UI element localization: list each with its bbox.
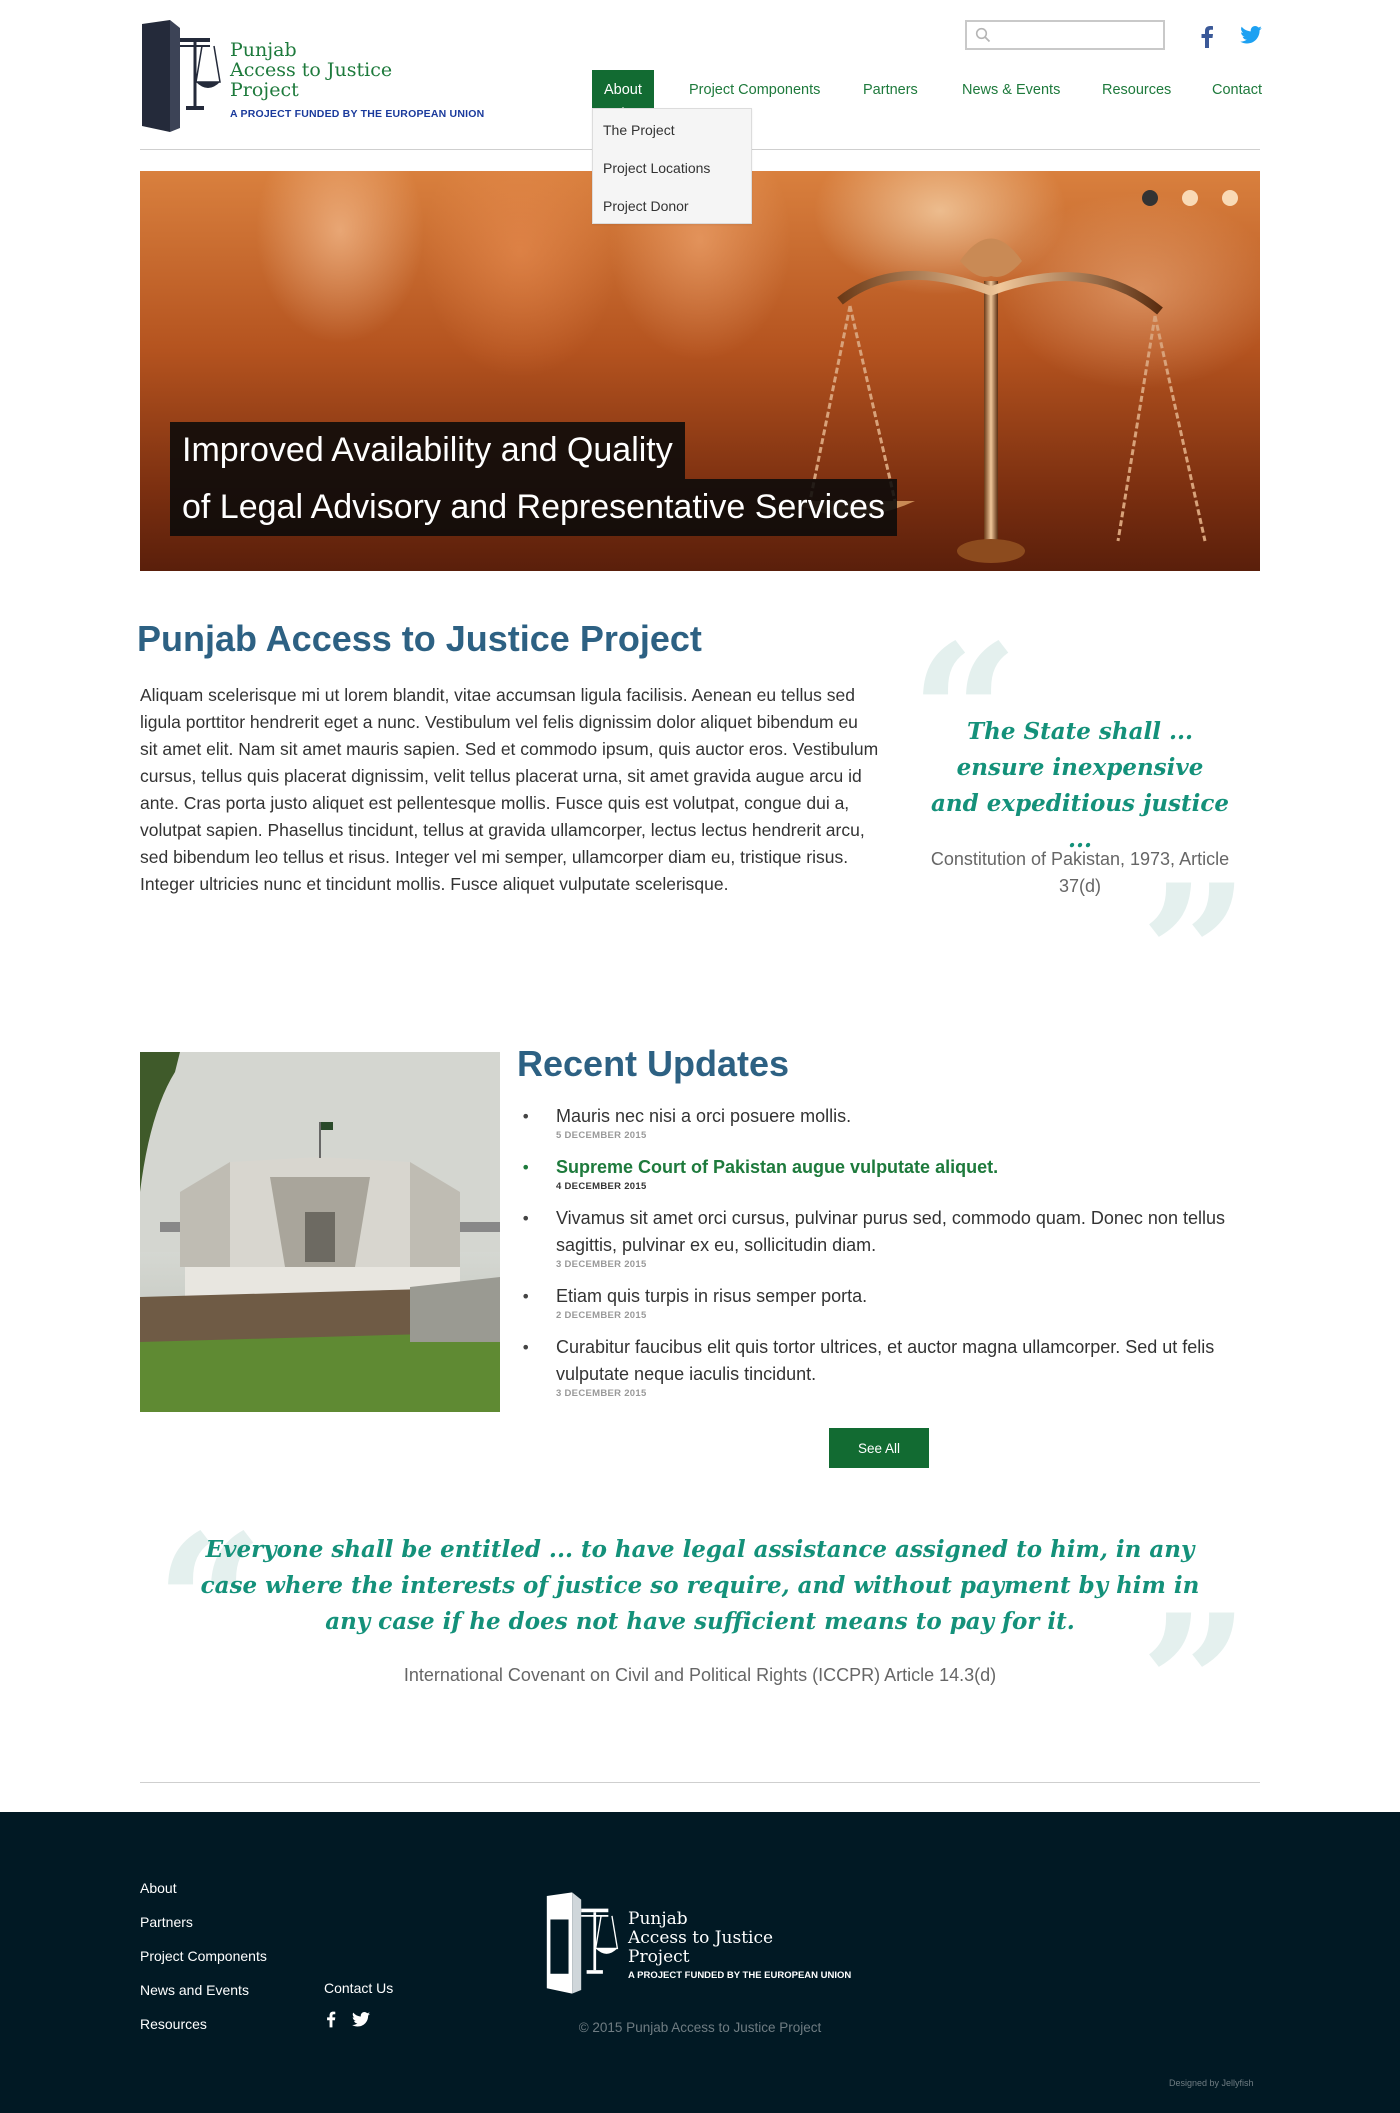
logo-line-2: Access to Justice [230, 59, 393, 81]
footer-logo-line-1: Punjab [628, 1909, 688, 1929]
designer-credit[interactable]: Designed by Jellyfish [1169, 2078, 1254, 2088]
intro-body: Aliquam scelerisque mi ut lorem blandit,… [140, 685, 879, 894]
slider-dot-3[interactable] [1222, 190, 1238, 206]
footer-logo-title: Punjab Access to Justice Project [628, 1910, 773, 1967]
footer-link-about[interactable]: About [140, 1880, 177, 1896]
site-footer: About Partners Project Components News a… [0, 1812, 1400, 2113]
see-all-button[interactable]: See All [829, 1428, 929, 1468]
nav-project-components[interactable]: Project Components [689, 70, 820, 108]
update-link[interactable]: Supreme Court of Pakistan augue vulputat… [556, 1154, 1260, 1181]
about-dropdown-menu: The Project Project Locations Project Do… [592, 108, 752, 224]
update-link[interactable]: Curabitur faucibus elit quis tortor ultr… [556, 1334, 1260, 1388]
slider-dot-2[interactable] [1182, 190, 1198, 206]
footer-link-partners[interactable]: Partners [140, 1914, 193, 1930]
scales-logo-icon [546, 1892, 619, 1994]
bullet-icon: • [521, 1158, 531, 1177]
footer-divider [140, 1782, 1260, 1783]
main-nav: About Project Components Partners News &… [592, 70, 1272, 114]
update-date: 4 DECEMBER 2015 [556, 1181, 647, 1192]
bullet-icon: • [521, 1338, 531, 1357]
footer-logo-line-2: Access to Justice [628, 1928, 774, 1948]
iccpr-quote-source: International Covenant on Civil and Poli… [403, 1665, 997, 1685]
slider-dot-1[interactable] [1142, 190, 1158, 206]
logo-tagline: A PROJECT FUNDED BY THE EUROPEAN UNION [230, 108, 485, 120]
footer-contact-us[interactable]: Contact Us [324, 1980, 393, 1996]
nav-partners[interactable]: Partners [863, 70, 918, 108]
update-date: 2 DECEMBER 2015 [556, 1310, 647, 1321]
copyright-text: © 2015 Punjab Access to Justice Project [578, 2020, 822, 2035]
update-link[interactable]: Etiam quis turpis in risus semper porta. [556, 1283, 1260, 1310]
list-item: • Mauris nec nisi a orci posuere mollis.… [520, 1103, 1260, 1142]
supreme-court-photo [140, 1052, 500, 1412]
list-item: • Supreme Court of Pakistan augue vulput… [520, 1154, 1260, 1193]
nav-about[interactable]: About [592, 70, 654, 114]
facebook-icon[interactable] [1200, 26, 1214, 48]
logo-line-3: Project [230, 79, 299, 101]
dropdown-item-project-locations[interactable]: Project Locations [593, 147, 751, 185]
footer-logo-tagline: A PROJECT FUNDED BY THE EUROPEAN UNION [628, 1970, 852, 1981]
updates-title: Recent Updates [517, 1043, 790, 1084]
footer-logo[interactable]: Punjab Access to Justice Project A PROJE… [545, 1892, 865, 2002]
search-box[interactable] [965, 20, 1165, 50]
site-logo[interactable]: Punjab Access to Justice Project A PROJE… [140, 20, 484, 132]
twitter-icon[interactable] [1240, 26, 1262, 44]
update-date: 3 DECEMBER 2015 [556, 1259, 647, 1270]
list-item: • Curabitur faucibus elit quis tortor ul… [520, 1334, 1260, 1400]
scales-logo-icon [142, 20, 221, 132]
nav-about-label: About [604, 82, 642, 98]
constitution-quote: The State shall ... ensure inexpensive a… [931, 718, 1229, 853]
dropdown-item-the-project[interactable]: The Project [593, 109, 751, 147]
bullet-icon: • [521, 1287, 531, 1306]
update-link[interactable]: Mauris nec nisi a orci posuere mollis. [556, 1103, 1260, 1130]
logo-title: Punjab Access to Justice Project [230, 40, 392, 100]
supreme-court-building-image [140, 1052, 500, 1412]
footer-link-project-components[interactable]: Project Components [140, 1948, 267, 1964]
nav-resources[interactable]: Resources [1102, 70, 1171, 108]
dropdown-item-project-donor[interactable]: Project Donor [593, 185, 751, 223]
logo-line-1: Punjab [230, 39, 297, 61]
footer-logo-line-3: Project [628, 1947, 690, 1967]
constitution-quote-source: Constitution of Pakistan, 1973, Article … [930, 849, 1230, 896]
bullet-icon: • [521, 1209, 531, 1228]
search-input[interactable] [997, 25, 1157, 45]
nav-contact[interactable]: Contact [1212, 70, 1262, 108]
updates-list: • Mauris nec nisi a orci posuere mollis.… [520, 1103, 1260, 1412]
search-icon[interactable] [975, 27, 991, 43]
update-date: 3 DECEMBER 2015 [556, 1388, 647, 1399]
hero-caption-line-1: Improved Availability and Quality [170, 422, 685, 479]
iccpr-quote: Everyone shall be entitled ... to have l… [200, 1536, 1200, 1635]
list-item: • Vivamus sit amet orci cursus, pulvinar… [520, 1205, 1260, 1271]
bullet-icon: • [521, 1107, 531, 1126]
update-date: 5 DECEMBER 2015 [556, 1130, 647, 1141]
hero-slider: Improved Availability and Quality of Leg… [140, 171, 1260, 571]
list-item: • Etiam quis turpis in risus semper port… [520, 1283, 1260, 1322]
footer-link-news-events[interactable]: News and Events [140, 1982, 249, 1998]
update-link[interactable]: Vivamus sit amet orci cursus, pulvinar p… [556, 1205, 1260, 1259]
nav-news-events[interactable]: News & Events [962, 70, 1060, 108]
hero-caption-line-2: of Legal Advisory and Representative Ser… [170, 479, 898, 536]
intro-title: Punjab Access to Justice Project [137, 618, 702, 659]
